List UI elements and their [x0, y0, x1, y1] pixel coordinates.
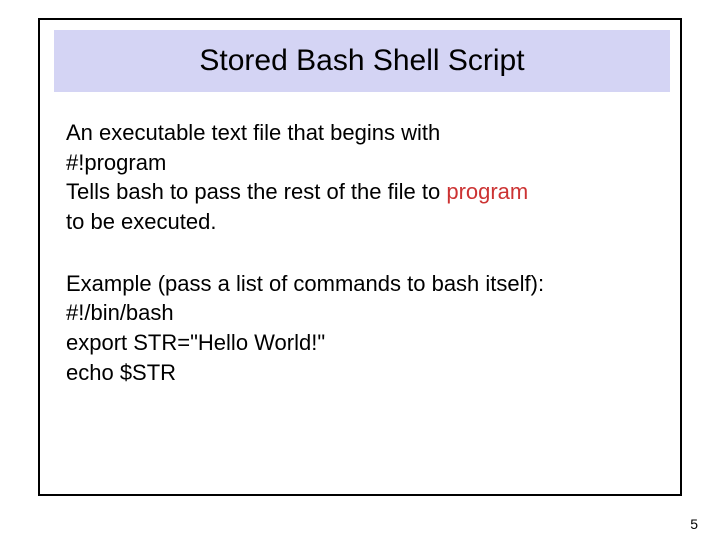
para1-line1: An executable text file that begins with [66, 118, 666, 148]
para2-line4: echo $STR [66, 358, 666, 388]
title-bar: Stored Bash Shell Script [54, 30, 670, 92]
para1-line4: to be executed. [66, 207, 666, 237]
slide-frame: Stored Bash Shell Script An executable t… [38, 18, 682, 496]
para1-line3-a: Tells bash to pass the rest of the file … [66, 179, 446, 204]
para1-line3-highlight: program [446, 179, 528, 204]
para1-line2: #!program [66, 148, 666, 178]
para1-line3: Tells bash to pass the rest of the file … [66, 177, 666, 207]
para2-line2: #!/bin/bash [66, 298, 666, 328]
slide-title: Stored Bash Shell Script [199, 44, 524, 78]
slide-body: An executable text file that begins with… [66, 118, 666, 388]
paragraph-2: Example (pass a list of commands to bash… [66, 269, 666, 388]
para2-line1: Example (pass a list of commands to bash… [66, 269, 666, 299]
paragraph-1: An executable text file that begins with… [66, 118, 666, 237]
page-number: 5 [690, 516, 698, 532]
para2-line3: export STR="Hello World!" [66, 328, 666, 358]
